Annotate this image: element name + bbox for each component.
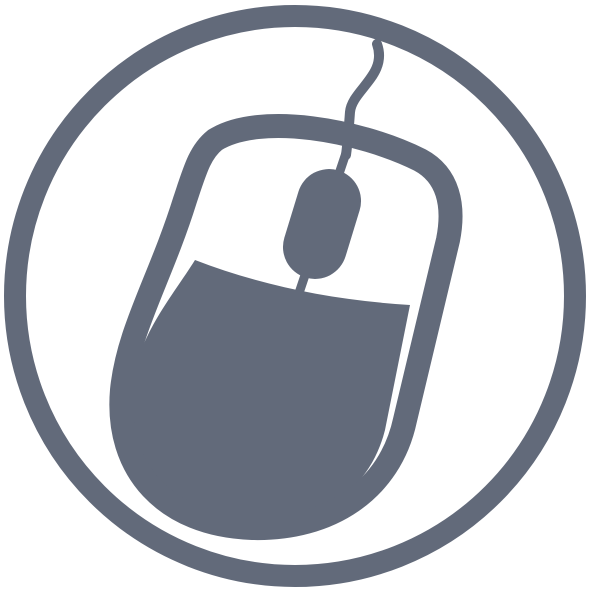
icon-canvas	[0, 0, 590, 590]
computer-mouse-icon	[4, 5, 586, 587]
scroll-wheel	[282, 169, 362, 279]
